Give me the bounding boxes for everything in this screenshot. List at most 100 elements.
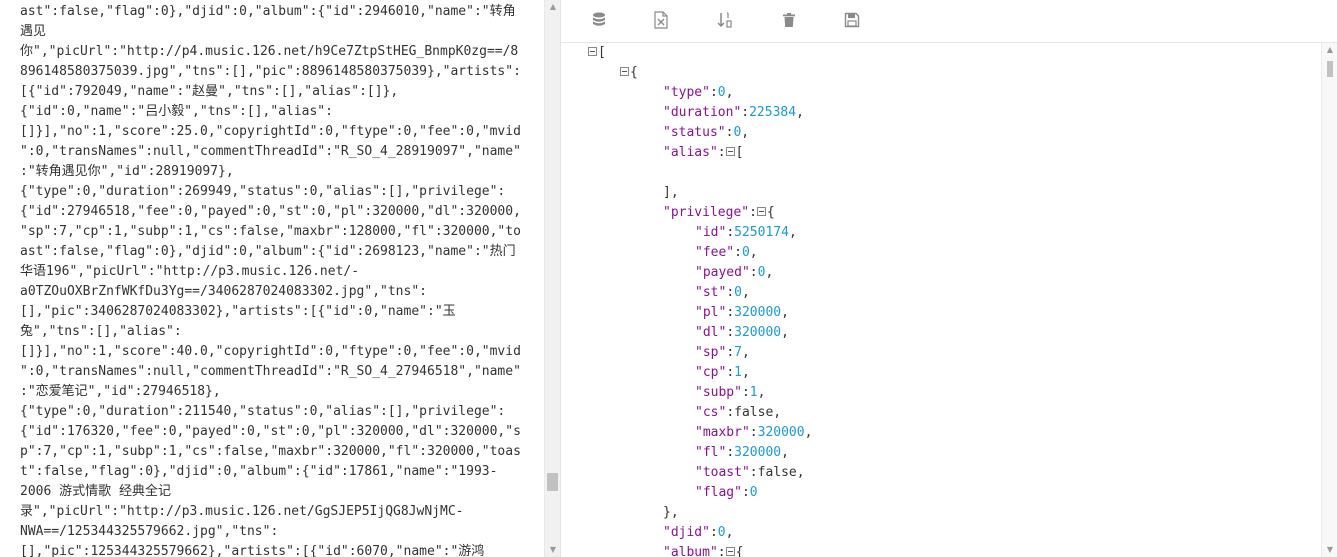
scroll-down-arrow-icon[interactable]: ▼ — [545, 543, 561, 557]
json-tree-row: }, — [663, 503, 679, 523]
raw-json-line: 录","picUrl":"http://p3.music.126.net/GgS… — [20, 504, 464, 519]
json-punctuation: :false, — [749, 465, 805, 480]
json-punctuation: : — [741, 485, 750, 500]
database-button[interactable] — [586, 9, 612, 35]
json-tree-view[interactable]: [{"type":0, "duration":225384, "status":0,… — [561, 43, 1321, 557]
json-punctuation: , — [781, 325, 789, 340]
json-punctuation: : — [726, 305, 735, 320]
json-key: "type" — [663, 85, 710, 100]
json-key: "pl" — [695, 305, 727, 320]
json-punctuation: , — [741, 345, 750, 360]
json-number-value: 320000 — [734, 305, 782, 320]
json-key: "fee" — [695, 245, 735, 260]
raw-json-line: "sp":7,"cp":1,"subp":1,"cs":false,"maxbr… — [20, 224, 521, 239]
json-punctuation: , — [725, 525, 734, 540]
scroll-up-arrow-icon[interactable]: ▲ — [1322, 43, 1337, 57]
raw-json-line: p":7,"cp":1,"subp":1,"cs":false,"maxbr":… — [20, 444, 521, 459]
save-button[interactable] — [839, 9, 865, 35]
json-number-value: 225384 — [749, 105, 797, 120]
json-punctuation: , — [749, 245, 758, 260]
json-tree-row: "dl":320000, — [695, 323, 789, 343]
json-punctuation: , — [781, 305, 789, 320]
json-number-value: 0 — [749, 485, 758, 500]
raw-json-text[interactable]: ast":false,"flag":0},"djid":0,"album":{"… — [20, 2, 540, 557]
json-tree-row: "payed":0, — [695, 263, 773, 283]
collapse-toggle-icon[interactable] — [756, 207, 766, 216]
raw-json-line: t":false,"flag":0},"djid":0,"album":{"id… — [20, 464, 498, 479]
json-punctuation: , — [796, 105, 804, 120]
json-tree-row: "flag":0 — [695, 483, 758, 503]
json-tree-row: "pl":320000, — [695, 303, 789, 323]
json-punctuation: , — [781, 445, 789, 460]
json-key: "toast" — [695, 465, 750, 480]
json-tree-row: "subp":1, — [695, 383, 765, 403]
json-punctuation: : — [749, 425, 758, 440]
save-icon — [844, 12, 860, 32]
json-punctuation: : — [749, 205, 757, 220]
json-number-value: 320000 — [757, 425, 805, 440]
raw-json-line: 华语196","picUrl":"http://p3.music.126.net… — [20, 264, 360, 279]
json-punctuation: , — [788, 225, 797, 240]
json-key: "payed" — [695, 265, 750, 280]
json-key: "cp" — [695, 365, 727, 380]
json-punctuation: , — [757, 385, 766, 400]
raw-json-scrollbar[interactable]: ▲ ▼ — [544, 0, 560, 557]
json-punctuation: : — [709, 525, 718, 540]
json-key: "fl" — [695, 445, 727, 460]
json-number-value: 5250174 — [734, 225, 789, 240]
json-key: "cs" — [695, 405, 727, 420]
json-tree-row: "duration":225384, — [663, 103, 804, 123]
raw-json-line: {"type":0,"duration":269949,"status":0,"… — [20, 184, 506, 199]
json-punctuation: : — [749, 265, 758, 280]
scroll-down-arrow-icon[interactable]: ▼ — [1322, 543, 1337, 557]
scroll-up-arrow-icon[interactable]: ▲ — [545, 0, 561, 14]
json-key: "duration" — [663, 105, 742, 120]
collapse-toggle-icon[interactable] — [725, 147, 735, 156]
raw-json-line: :"转角遇见你","id":28919097}, — [20, 164, 234, 179]
json-punctuation: , — [765, 265, 774, 280]
raw-json-scroll-thumb[interactable] — [547, 473, 558, 491]
raw-json-pane[interactable]: ast":false,"flag":0},"djid":0,"album":{"… — [0, 0, 561, 557]
json-tree-row: "alias": [ — [663, 143, 743, 163]
json-punctuation: : — [726, 225, 735, 240]
json-punctuation: , — [741, 365, 750, 380]
raw-json-line: {"id":176320,"fee":0,"payed":0,"st":0,"p… — [20, 424, 521, 439]
json-tree-row: "type":0, — [663, 83, 733, 103]
collapse-toggle-icon[interactable] — [588, 47, 597, 56]
raw-json-line: 896148580375039.jpg","tns":[],"pic":8896… — [20, 64, 521, 79]
json-tree-scroll-thumb[interactable] — [1327, 61, 1333, 77]
json-tree-row: { — [620, 63, 638, 83]
raw-json-line: :"恋爱笔记","id":27946518}, — [20, 384, 221, 399]
json-tree-pane: [{"type":0, "duration":225384, "status":0,… — [561, 0, 1337, 557]
json-key: "st" — [695, 285, 727, 300]
json-punctuation: : — [726, 445, 735, 460]
delete-button[interactable] — [776, 9, 802, 35]
json-tree-row: "privilege": { — [663, 203, 775, 223]
json-tree-scrollbar[interactable]: ▲ ▼ — [1321, 43, 1337, 557]
json-key: "dl" — [695, 325, 727, 340]
json-key: "maxbr" — [695, 425, 750, 440]
json-punctuation: , — [741, 285, 750, 300]
json-punctuation: : — [726, 325, 735, 340]
toolbar — [561, 0, 1337, 43]
collapse-toggle-icon[interactable] — [725, 547, 735, 556]
export-excel-button[interactable] — [648, 9, 674, 35]
json-number-value: 0 — [734, 285, 742, 300]
json-key: "id" — [695, 225, 727, 240]
json-punctuation: }, — [663, 505, 679, 520]
raw-json-line: ast":false,"flag":0},"djid":0,"album":{"… — [20, 244, 516, 259]
collapse-toggle-icon[interactable] — [620, 67, 629, 76]
json-punctuation: ], — [663, 185, 679, 200]
json-punctuation: , — [804, 425, 813, 440]
json-punctuation: : — [717, 145, 726, 160]
sort-button[interactable] — [712, 9, 738, 35]
raw-json-line: 你","picUrl":"http://p4.music.126.net/h9C… — [20, 44, 519, 59]
raw-json-line: 遇见 — [20, 24, 47, 39]
excel-icon — [653, 11, 669, 33]
trash-icon — [781, 12, 797, 32]
raw-json-line: a0TZOuOXBrZnfWKfDu3Yg==/3406287024083302… — [20, 284, 427, 299]
raw-json-line: NWA==/125344325579662.jpg","tns": — [20, 524, 279, 539]
json-tree-row: "sp":7, — [695, 343, 750, 363]
json-tree-row: ], — [663, 183, 679, 203]
json-number-value: 1 — [734, 365, 742, 380]
